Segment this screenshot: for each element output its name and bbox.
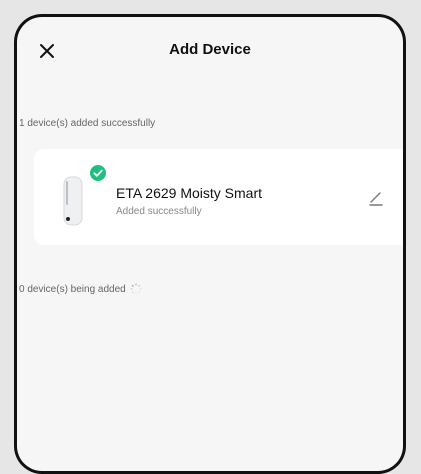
success-count-label: 1 device(s) added successfully (19, 118, 156, 129)
device-card[interactable]: ETA 2629 Moisty Smart Added successfully (34, 149, 403, 245)
edit-pencil-icon (369, 192, 383, 206)
edit-button[interactable] (367, 189, 385, 207)
adding-count-label: 0 device(s) being added (19, 283, 126, 295)
page-title: Add Device (169, 41, 251, 58)
humidifier-device-image (63, 176, 83, 226)
device-name: ETA 2629 Moisty Smart (116, 185, 263, 201)
adding-count-row: 0 device(s) being added (19, 283, 142, 295)
header-bar: Add Device (17, 37, 403, 71)
loading-spinner-icon (130, 283, 142, 295)
app-screen: Add Device 1 device(s) added successfull… (17, 17, 403, 471)
device-status: Added successfully (116, 206, 202, 217)
phone-frame: Add Device 1 device(s) added successfull… (14, 14, 406, 474)
check-circle-icon (90, 165, 106, 181)
